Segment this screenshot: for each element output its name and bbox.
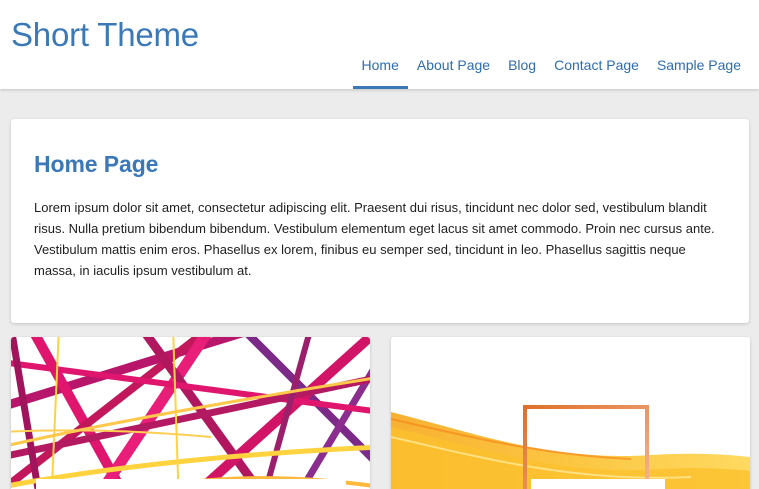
content-card: Home Page Lorem ipsum dolor sit amet, co… [11, 119, 749, 323]
nav-item-blog[interactable]: Blog [499, 50, 545, 89]
nav-item-about[interactable]: About Page [408, 50, 499, 89]
post-thumbnail-wave[interactable] [391, 337, 750, 489]
post-thumbnail-stripes[interactable] [11, 337, 370, 489]
page-title: Home Page [34, 151, 159, 177]
main-nav: Home About Page Blog Contact Page Sample… [352, 50, 750, 89]
post-card-right[interactable] [391, 337, 750, 489]
nav-item-home[interactable]: Home [352, 50, 409, 89]
nav-item-sample[interactable]: Sample Page [648, 50, 750, 89]
post-card-left[interactable] [11, 337, 370, 489]
site-header: Short Theme Home About Page Blog Contact… [0, 0, 759, 89]
page-body-text: Lorem ipsum dolor sit amet, consectetur … [34, 200, 715, 278]
nav-item-contact[interactable]: Contact Page [545, 50, 648, 89]
site-title[interactable]: Short Theme [11, 16, 199, 54]
